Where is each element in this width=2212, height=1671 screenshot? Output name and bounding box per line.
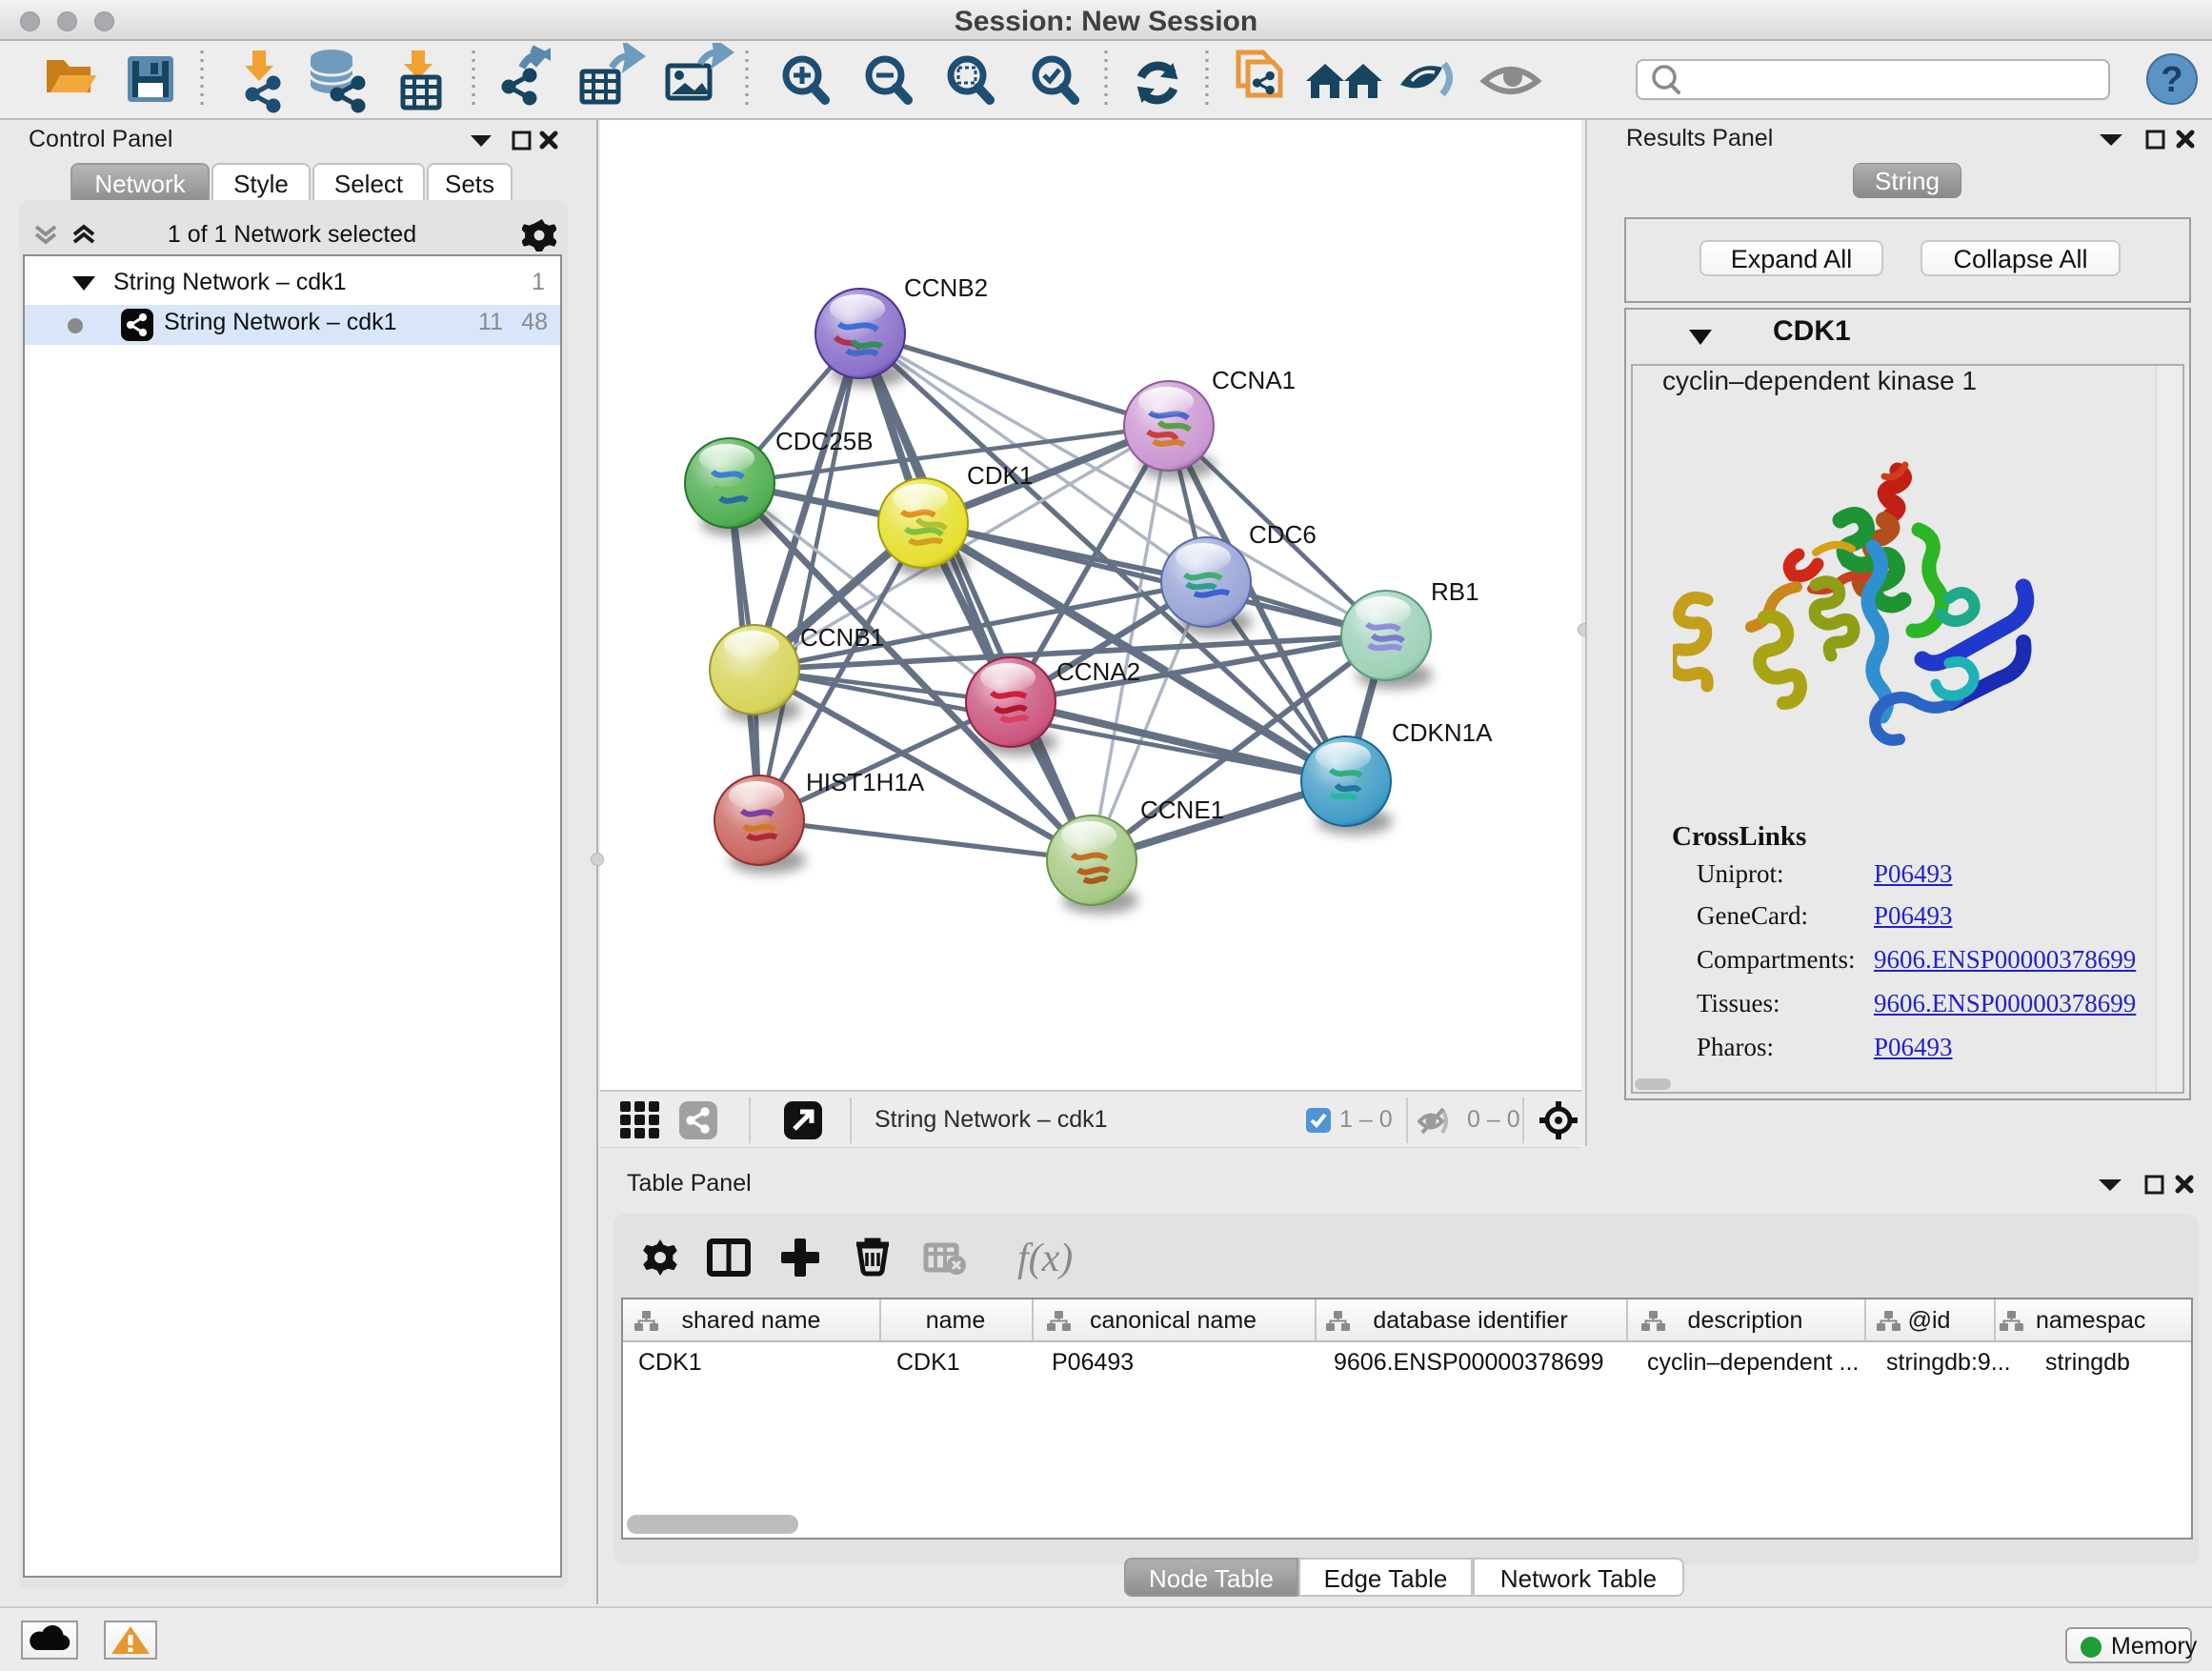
svg-text:CCNE1: CCNE1 xyxy=(1140,795,1224,824)
svg-text:CDK1: CDK1 xyxy=(967,461,1033,490)
svg-text:RB1: RB1 xyxy=(1431,577,1479,606)
svg-text:CCNB2: CCNB2 xyxy=(904,273,988,302)
svg-text:CCNA1: CCNA1 xyxy=(1212,366,1296,394)
svg-text:CDC25B: CDC25B xyxy=(775,427,874,455)
svg-text:?: ? xyxy=(2161,60,2182,100)
svg-text:CCNA2: CCNA2 xyxy=(1056,657,1140,686)
svg-text:CDC6: CDC6 xyxy=(1249,520,1317,549)
svg-text:CCNB1: CCNB1 xyxy=(800,623,884,652)
svg-text:f(x): f(x) xyxy=(1017,1237,1073,1280)
svg-text:CDKN1A: CDKN1A xyxy=(1392,718,1493,747)
svg-text:HIST1H1A: HIST1H1A xyxy=(806,768,925,796)
